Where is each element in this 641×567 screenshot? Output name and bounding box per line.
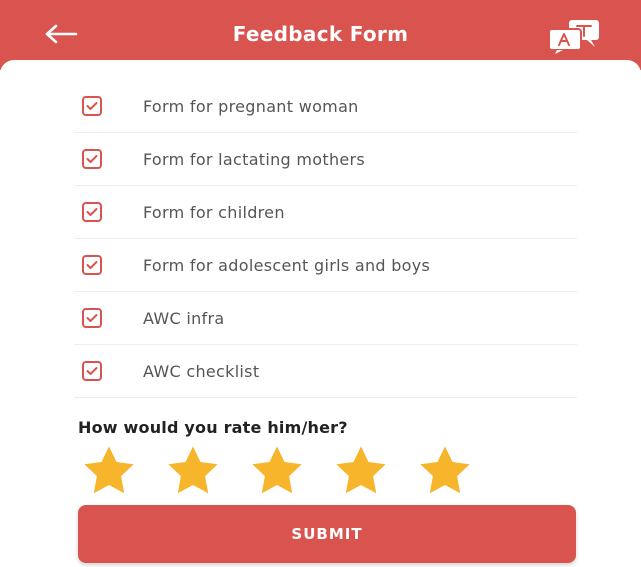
star-icon[interactable] <box>80 442 138 500</box>
form-item[interactable]: Form for pregnant woman <box>74 80 577 133</box>
checkbox-checked-icon[interactable] <box>82 149 102 169</box>
submit-button[interactable]: SUBMIT <box>78 505 576 563</box>
form-item-label: Form for lactating mothers <box>143 149 366 169</box>
form-item-label: Form for adolescent girls and boys <box>143 255 431 275</box>
form-item[interactable]: Form for lactating mothers <box>74 133 577 186</box>
form-item-label: AWC checklist <box>143 361 260 381</box>
checkbox-checked-icon[interactable] <box>82 96 102 116</box>
checkbox-checked-icon[interactable] <box>82 361 102 381</box>
rating-question: How would you rate him/her? <box>78 418 348 437</box>
checkbox-checked-icon[interactable] <box>82 202 102 222</box>
form-item-label: AWC infra <box>143 308 225 328</box>
translate-icon <box>548 20 599 54</box>
form-item[interactable]: Form for adolescent girls and boys <box>74 239 577 292</box>
star-icon[interactable] <box>332 442 390 500</box>
form-item[interactable]: AWC checklist <box>74 345 577 398</box>
star-icon[interactable] <box>164 442 222 500</box>
form-item[interactable]: Form for children <box>74 186 577 239</box>
form-item-label: Form for pregnant woman <box>143 96 359 116</box>
star-icon[interactable] <box>248 442 306 500</box>
star-rating[interactable] <box>80 442 500 500</box>
form-list: Form for pregnant woman Form for lactati… <box>74 80 577 398</box>
language-button[interactable] <box>540 14 610 58</box>
form-item-label: Form for children <box>143 202 285 222</box>
star-icon[interactable] <box>416 442 474 500</box>
checkbox-checked-icon[interactable] <box>82 255 102 275</box>
checkbox-checked-icon[interactable] <box>82 308 102 328</box>
form-item[interactable]: AWC infra <box>74 292 577 345</box>
